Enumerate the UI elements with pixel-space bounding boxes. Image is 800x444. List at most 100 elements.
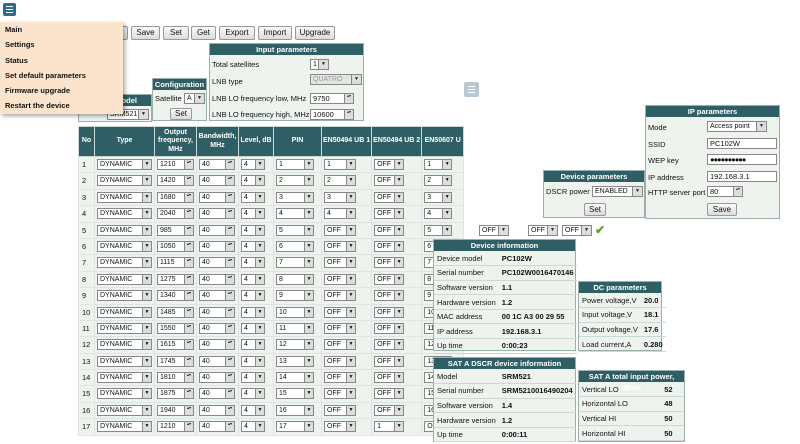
frequency-input[interactable]: 1810: [157, 372, 194, 384]
type-select[interactable]: DYNAMIC: [97, 372, 152, 384]
row5-extra-select-1[interactable]: OFF: [479, 225, 509, 236]
ub2-select[interactable]: OFF: [374, 388, 405, 400]
en50607-select[interactable]: 5: [424, 224, 453, 236]
level-select[interactable]: 4: [241, 290, 265, 302]
frequency-input[interactable]: 1875: [157, 388, 194, 400]
ub1-select[interactable]: OFF: [324, 322, 356, 334]
en50607-select[interactable]: 2: [424, 175, 453, 187]
bandwidth-input[interactable]: 40: [199, 306, 235, 318]
frequency-input[interactable]: 1485: [157, 306, 194, 318]
bandwidth-input[interactable]: 40: [199, 159, 235, 170]
ub1-select[interactable]: OFF: [324, 224, 356, 236]
ub2-select[interactable]: OFF: [374, 372, 405, 384]
ub2-select[interactable]: OFF: [374, 339, 405, 351]
frequency-input[interactable]: 1115: [157, 257, 194, 269]
ub1-select[interactable]: OFF: [324, 257, 356, 269]
total-satellites-select[interactable]: 1: [310, 59, 329, 70]
ub1-select[interactable]: OFF: [324, 273, 356, 285]
frequency-input[interactable]: 1745: [157, 355, 194, 367]
ub1-select[interactable]: 1: [324, 159, 356, 170]
level-select[interactable]: 4: [241, 257, 265, 269]
type-select[interactable]: DYNAMIC: [97, 421, 152, 433]
pin-select[interactable]: 2: [276, 175, 314, 187]
ub1-select[interactable]: OFF: [324, 355, 356, 367]
pin-select[interactable]: 13: [276, 355, 314, 367]
ub1-select[interactable]: OFF: [324, 388, 356, 400]
pin-select[interactable]: 6: [276, 240, 314, 252]
pin-select[interactable]: 1: [276, 159, 314, 170]
frequency-input[interactable]: 1340: [157, 290, 194, 302]
row5-extra-select-2[interactable]: OFF: [528, 225, 558, 236]
pin-select[interactable]: 7: [276, 257, 314, 269]
wep-key-input[interactable]: ●●●●●●●●●●: [707, 154, 777, 165]
frequency-input[interactable]: 1050: [157, 240, 194, 252]
ub1-select[interactable]: OFF: [324, 421, 356, 433]
bandwidth-input[interactable]: 40: [199, 240, 235, 252]
ub1-select[interactable]: 3: [324, 191, 356, 203]
menu-icon-secondary[interactable]: [464, 82, 479, 97]
pin-select[interactable]: 10: [276, 306, 314, 318]
ub2-select[interactable]: OFF: [374, 355, 405, 367]
menu-item-set-default[interactable]: Set default parameters: [0, 68, 123, 83]
bandwidth-input[interactable]: 40: [199, 404, 235, 416]
ub2-select[interactable]: OFF: [374, 240, 405, 252]
ub2-select[interactable]: OFF: [374, 224, 405, 236]
bandwidth-input[interactable]: 40: [199, 339, 235, 351]
pin-select[interactable]: 9: [276, 290, 314, 302]
get-button[interactable]: Get: [191, 26, 216, 40]
type-select[interactable]: DYNAMIC: [97, 306, 152, 318]
lnb-type-select[interactable]: QUATRO: [310, 74, 362, 85]
level-select[interactable]: 4: [241, 175, 265, 187]
pin-select[interactable]: 12: [276, 339, 314, 351]
level-select[interactable]: 4: [241, 224, 265, 236]
ub1-select[interactable]: OFF: [324, 240, 356, 252]
type-select[interactable]: DYNAMIC: [97, 339, 152, 351]
level-select[interactable]: 4: [241, 208, 265, 220]
frequency-input[interactable]: 1275: [157, 273, 194, 285]
bandwidth-input[interactable]: 40: [199, 191, 235, 203]
bandwidth-input[interactable]: 40: [199, 322, 235, 334]
level-select[interactable]: 4: [241, 421, 265, 433]
en50607-select[interactable]: 3: [424, 191, 453, 203]
ub1-select[interactable]: OFF: [324, 290, 356, 302]
ssid-input[interactable]: PC102W: [707, 138, 777, 149]
pin-select[interactable]: 11: [276, 322, 314, 334]
menu-item-restart[interactable]: Restart the device: [0, 98, 123, 113]
level-select[interactable]: 4: [241, 372, 265, 384]
menu-item-settings[interactable]: Settings: [0, 37, 123, 52]
ub1-select[interactable]: OFF: [324, 404, 356, 416]
type-select[interactable]: DYNAMIC: [97, 290, 152, 302]
row5-extra-select-3[interactable]: OFF: [562, 225, 592, 236]
ub2-select[interactable]: OFF: [374, 306, 405, 318]
ub1-select[interactable]: 4: [324, 208, 356, 220]
save-button[interactable]: Save: [131, 26, 160, 40]
frequency-input[interactable]: 1550: [157, 322, 194, 334]
frequency-input[interactable]: 1420: [157, 175, 194, 187]
type-select[interactable]: DYNAMIC: [97, 175, 152, 187]
http-port-input[interactable]: 80: [707, 186, 743, 197]
level-select[interactable]: 4: [241, 355, 265, 367]
bandwidth-input[interactable]: 40: [199, 208, 235, 220]
export-button[interactable]: Export: [219, 26, 255, 40]
ub2-select[interactable]: OFF: [374, 191, 405, 203]
type-select[interactable]: DYNAMIC: [97, 257, 152, 269]
type-select[interactable]: DYNAMIC: [97, 191, 152, 203]
ub2-select[interactable]: 1: [374, 421, 405, 433]
satellite-select[interactable]: A: [184, 93, 205, 104]
ub2-select[interactable]: OFF: [374, 257, 405, 269]
ub2-select[interactable]: OFF: [374, 273, 405, 285]
level-select[interactable]: 4: [241, 240, 265, 252]
level-select[interactable]: 4: [241, 273, 265, 285]
ub2-select[interactable]: OFF: [374, 175, 405, 187]
level-select[interactable]: 4: [241, 339, 265, 351]
type-select[interactable]: DYNAMIC: [97, 273, 152, 285]
configuration-set-button[interactable]: Set: [170, 108, 192, 120]
frequency-input[interactable]: 1210: [157, 159, 194, 170]
level-select[interactable]: 4: [241, 322, 265, 334]
frequency-input[interactable]: 1210: [157, 421, 194, 433]
menu-icon[interactable]: [3, 3, 16, 16]
pin-select[interactable]: 16: [276, 404, 314, 416]
en50607-select[interactable]: 1: [424, 159, 453, 170]
bandwidth-input[interactable]: 40: [199, 290, 235, 302]
level-select[interactable]: 4: [241, 404, 265, 416]
